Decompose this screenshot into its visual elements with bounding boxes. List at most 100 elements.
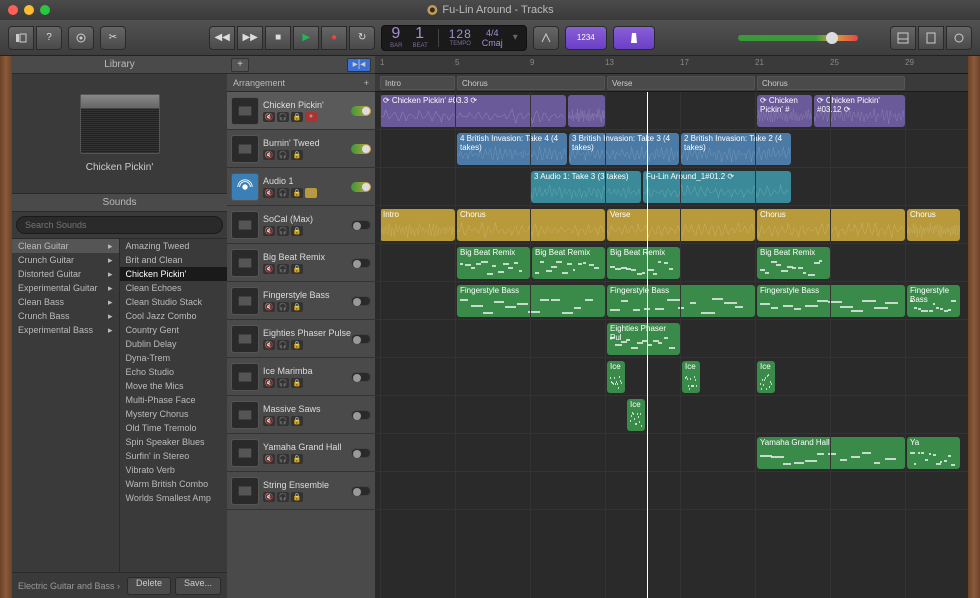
solo-button[interactable]: 🎧 <box>277 302 289 312</box>
region[interactable]: Fingerstyle Bass <box>607 285 755 317</box>
mute-button[interactable]: 🔇 <box>263 188 275 198</box>
editor-toggle[interactable] <box>890 26 916 50</box>
category-item[interactable]: Clean Guitar▸ <box>12 239 119 253</box>
track-header[interactable]: Ice Marimba 🔇 🎧 🔒 <box>227 358 375 396</box>
patch-item[interactable]: Surfin' in Stereo <box>120 449 228 463</box>
region[interactable]: Fingerstyle Bass <box>457 285 605 317</box>
save-button[interactable]: Save... <box>175 577 221 595</box>
add-track-button[interactable]: + <box>231 58 249 72</box>
search-input[interactable] <box>16 216 223 234</box>
patch-list[interactable]: Amazing TweedBrit and CleanChicken Picki… <box>120 239 228 572</box>
track-enable-toggle[interactable] <box>351 296 371 306</box>
category-item[interactable]: Distorted Guitar▸ <box>12 267 119 281</box>
mute-button[interactable]: 🔇 <box>263 302 275 312</box>
count-in-button[interactable]: 1234 <box>565 26 607 50</box>
track-lane[interactable]: Eighties Phaser Pul <box>375 320 968 358</box>
ruler[interactable]: 1591317212529 <box>375 56 968 74</box>
patch-item[interactable]: Spin Speaker Blues <box>120 435 228 449</box>
solo-button[interactable]: 🎧 <box>277 150 289 160</box>
cycle-button[interactable]: ↻ <box>349 26 375 50</box>
minimize-window[interactable] <box>24 5 34 15</box>
category-list[interactable]: Clean Guitar▸Crunch Guitar▸Distorted Gui… <box>12 239 120 572</box>
solo-button[interactable]: 🎧 <box>277 416 289 426</box>
region[interactable]: Chorus <box>907 209 960 241</box>
patch-item[interactable]: Clean Echoes <box>120 281 228 295</box>
region[interactable]: Chorus <box>457 209 605 241</box>
patch-item[interactable]: Move the Mics <box>120 379 228 393</box>
track-header[interactable]: Eighties Phaser Pulse 🔇 🎧 🔒 <box>227 320 375 358</box>
region[interactable]: Ice <box>682 361 700 393</box>
input-monitor[interactable]: ● <box>305 188 317 198</box>
lcd-display[interactable]: 9BAR 1BEAT 128TEMPO 4/4Cmaj ▾ <box>381 25 527 51</box>
lock-button[interactable]: 🔒 <box>291 340 303 350</box>
track-lane[interactable]: Ice Ice Ice <box>375 358 968 396</box>
region[interactable]: Intro <box>380 209 455 241</box>
region[interactable]: Ice <box>627 399 645 431</box>
region[interactable]: 2 British Invasion: Take 2 (4 takes) <box>681 133 791 165</box>
track-enable-toggle[interactable] <box>351 486 371 496</box>
lock-button[interactable]: 🔒 <box>291 378 303 388</box>
patch-item[interactable]: Cool Jazz Combo <box>120 309 228 323</box>
loops-toggle[interactable] <box>946 26 972 50</box>
arrangement-row[interactable]: IntroChorusVerseChorus <box>375 74 968 92</box>
play-button[interactable]: ▶ <box>293 26 319 50</box>
mute-button[interactable]: 🔇 <box>263 264 275 274</box>
catch-playhead[interactable]: ▸|◂ <box>347 58 371 72</box>
lock-button[interactable]: 🔒 <box>291 226 303 236</box>
mute-button[interactable]: 🔇 <box>263 416 275 426</box>
zoom-window[interactable] <box>40 5 50 15</box>
track-enable-toggle[interactable] <box>351 182 371 192</box>
track-enable-toggle[interactable] <box>351 410 371 420</box>
track-lane[interactable]: IntroChorusVerseChorusChorus <box>375 206 968 244</box>
patch-item[interactable]: Dyna-Trem <box>120 351 228 365</box>
solo-button[interactable]: 🎧 <box>277 264 289 274</box>
track-enable-toggle[interactable] <box>351 448 371 458</box>
track-header[interactable]: Big Beat Remix 🔇 🎧 🔒 <box>227 244 375 282</box>
timeline[interactable]: 1591317212529 IntroChorusVerseChorus ⟳ C… <box>375 56 968 598</box>
rewind-button[interactable]: ◀◀ <box>209 26 235 50</box>
scissors-button[interactable]: ✂ <box>100 26 126 50</box>
lock-button[interactable]: 🔒 <box>291 454 303 464</box>
settings-button[interactable] <box>68 26 94 50</box>
playhead[interactable] <box>647 92 648 598</box>
patch-item[interactable]: Dublin Delay <box>120 337 228 351</box>
category-item[interactable]: Crunch Guitar▸ <box>12 253 119 267</box>
region[interactable] <box>568 95 605 127</box>
mute-button[interactable]: 🔇 <box>263 150 275 160</box>
category-item[interactable]: Clean Bass▸ <box>12 295 119 309</box>
track-header[interactable]: Burnin' Tweed 🔇 🎧 🔒 <box>227 130 375 168</box>
region[interactable]: Fu-Lin Around_1#01.2 ⟳ <box>643 171 791 203</box>
region[interactable]: Ice <box>757 361 775 393</box>
solo-button[interactable]: 🎧 <box>277 492 289 502</box>
arrangement-marker[interactable]: Verse <box>607 76 755 90</box>
category-item[interactable]: Crunch Bass▸ <box>12 309 119 323</box>
lock-button[interactable]: 🔒 <box>291 302 303 312</box>
arrangement-marker[interactable]: Chorus <box>457 76 605 90</box>
patch-item[interactable]: Multi-Phase Face <box>120 393 228 407</box>
solo-button[interactable]: 🎧 <box>277 454 289 464</box>
track-lane[interactable]: Fingerstyle BassFingerstyle BassFingerst… <box>375 282 968 320</box>
patch-item[interactable]: Country Gent <box>120 323 228 337</box>
track-header[interactable]: Audio 1 🔇 🎧 🔒 ● <box>227 168 375 206</box>
region[interactable]: 4 British Invasion: Take 4 (4 takes) <box>457 133 567 165</box>
timeline-body[interactable]: ⟳ Chicken Pickin' #03.3 ⟳⟳ Chicken Picki… <box>375 92 968 598</box>
lock-button[interactable]: 🔒 <box>291 112 303 122</box>
region[interactable]: Chorus <box>757 209 905 241</box>
track-header[interactable]: Massive Saws 🔇 🎧 🔒 <box>227 396 375 434</box>
master-volume[interactable] <box>738 35 858 41</box>
patch-item[interactable]: Worlds Smallest Amp <box>120 491 228 505</box>
solo-button[interactable]: 🎧 <box>277 188 289 198</box>
region[interactable]: Yamaha Grand Hall <box>757 437 905 469</box>
solo-button[interactable]: 🎧 <box>277 226 289 236</box>
patch-item[interactable]: Old Time Tremolo <box>120 421 228 435</box>
track-lane[interactable]: Yamaha Grand HallYa <box>375 434 968 472</box>
region[interactable]: Ice <box>607 361 625 393</box>
track-lane[interactable]: Ice <box>375 396 968 434</box>
region[interactable]: Eighties Phaser Pul <box>607 323 680 355</box>
patch-item[interactable]: Clean Studio Stack <box>120 295 228 309</box>
track-header[interactable]: SoCal (Max) 🔇 🎧 🔒 <box>227 206 375 244</box>
track-lane[interactable]: Big Beat RemixBig Beat RemixBig Beat Rem… <box>375 244 968 282</box>
lock-button[interactable]: 🔒 <box>291 492 303 502</box>
track-lane[interactable]: ⟳ Chicken Pickin' #03.3 ⟳⟳ Chicken Picki… <box>375 92 968 130</box>
lock-button[interactable]: 🔒 <box>291 188 303 198</box>
